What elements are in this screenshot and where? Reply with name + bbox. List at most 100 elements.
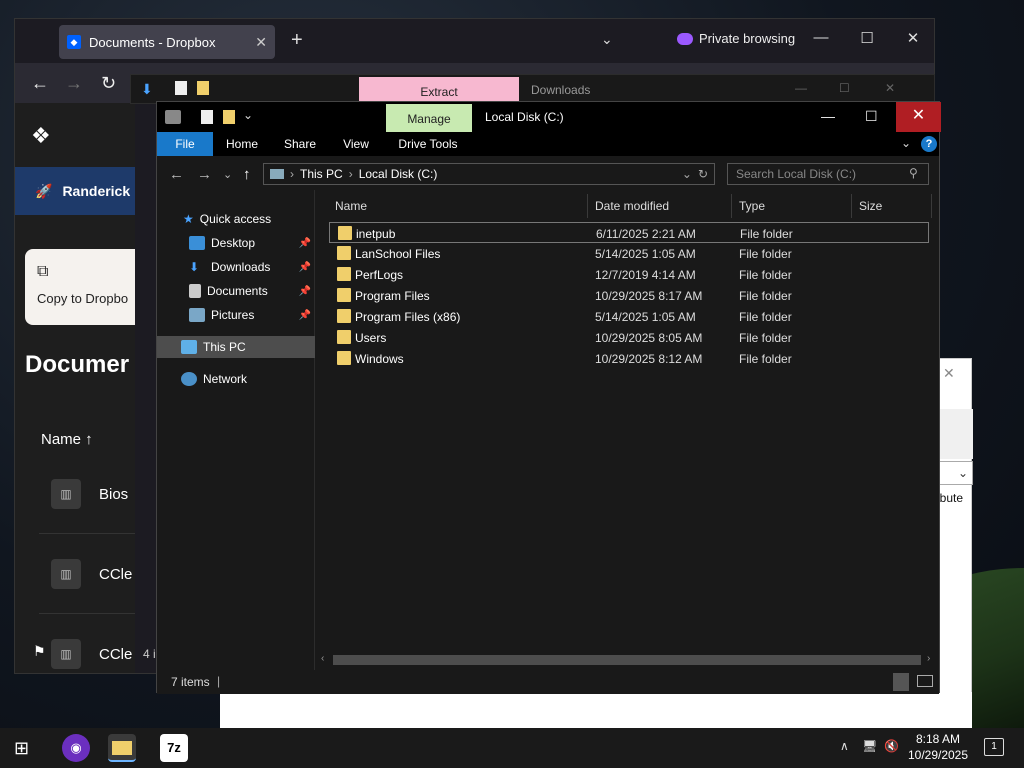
customize-qat-icon[interactable]: ⌄ — [243, 108, 253, 122]
windows-start-icon[interactable]: ⊞ — [14, 738, 29, 759]
breadcrumb-this-pc[interactable]: This PC — [300, 167, 343, 181]
tab-share[interactable]: Share — [279, 132, 321, 156]
list-item[interactable]: ▥ Bios — [51, 479, 135, 509]
nav-downloads[interactable]: ⬇ Downloads 📌 — [157, 256, 315, 278]
pin-icon[interactable]: 📌 — [299, 286, 311, 297]
column-separator[interactable] — [931, 194, 932, 218]
manage-tab[interactable]: Manage — [386, 104, 472, 132]
nav-desktop[interactable]: Desktop 📌 — [157, 232, 315, 254]
maximize-button[interactable]: ☐ — [839, 81, 850, 95]
dropbox-logo-icon[interactable]: ❖ — [31, 123, 51, 149]
extract-tab[interactable]: Extract — [359, 77, 519, 103]
close-tab-icon[interactable]: ✕ — [255, 34, 267, 51]
scrollbar-thumb[interactable] — [333, 655, 921, 665]
flag-icon[interactable]: ⚑ — [33, 643, 46, 660]
7zip-icon[interactable]: 7z — [160, 734, 188, 762]
breadcrumb-local-disk[interactable]: Local Disk (C:) — [359, 167, 438, 181]
properties-icon[interactable] — [175, 81, 187, 95]
close-icon[interactable]: ✕ — [943, 365, 955, 382]
new-folder-icon[interactable] — [223, 110, 235, 124]
clock[interactable]: 8:18 AM 10/29/2025 — [900, 731, 976, 763]
address-bar[interactable]: › This PC › Local Disk (C:) ⌄ ↻ — [263, 163, 715, 185]
pin-icon[interactable]: 📌 — [299, 262, 311, 273]
column-type[interactable]: Type — [739, 199, 765, 213]
column-separator[interactable] — [731, 194, 732, 218]
browser-tab-dropbox[interactable]: ◆ Documents - Dropbox ✕ — [59, 25, 275, 59]
close-button[interactable]: ✕ — [896, 102, 941, 132]
firefox-private-icon[interactable]: ◉ — [62, 734, 90, 762]
reload-icon[interactable]: ↻ — [101, 73, 116, 94]
file-date: 12/7/2019 4:14 AM — [595, 268, 696, 282]
file-explorer-icon[interactable] — [108, 734, 136, 762]
details-view-icon[interactable] — [893, 673, 909, 691]
name-column-header[interactable]: Name ↑ — [41, 431, 93, 448]
tab-home[interactable]: Home — [221, 132, 263, 156]
maximize-button[interactable]: ☐ — [865, 108, 878, 125]
notification-center-icon[interactable]: 1 — [984, 738, 1004, 756]
nav-this-pc[interactable]: This PC — [157, 336, 315, 358]
maximize-button[interactable]: ☐ — [844, 29, 890, 47]
help-icon[interactable]: ? — [921, 136, 937, 152]
file-name: Bios — [99, 485, 129, 503]
nav-network[interactable]: Network — [157, 368, 315, 390]
nav-pictures[interactable]: Pictures 📌 — [157, 304, 315, 326]
column-separator[interactable] — [587, 194, 588, 218]
nav-label: This PC — [203, 340, 246, 354]
download-arrow-icon: ⬇ — [189, 260, 200, 274]
minimize-button[interactable]: — — [821, 108, 835, 124]
close-button[interactable]: ✕ — [890, 29, 936, 47]
table-row[interactable]: PerfLogs 12/7/2019 4:14 AM File folder — [329, 264, 929, 285]
network-icon[interactable]: 🖥 — [862, 739, 877, 753]
refresh-icon[interactable]: ↻ — [698, 167, 714, 181]
show-hidden-icons-icon[interactable]: ∧ — [840, 739, 849, 753]
new-folder-icon[interactable] — [197, 81, 209, 95]
pin-icon[interactable]: 📌 — [299, 310, 311, 321]
column-separator[interactable] — [851, 194, 852, 218]
minimize-button[interactable]: — — [798, 29, 844, 47]
large-icons-view-icon[interactable] — [917, 675, 933, 687]
scroll-left-icon[interactable]: ‹ — [321, 653, 324, 664]
forward-arrow-icon[interactable]: → — [197, 166, 212, 183]
file-type: File folder — [739, 331, 792, 345]
new-tab-button[interactable]: + — [291, 29, 303, 52]
nav-documents[interactable]: Documents 📌 — [157, 280, 315, 302]
copy-to-dropbox-card[interactable]: ⧉ Copy to Dropbo — [25, 249, 135, 325]
tab-file[interactable]: File — [157, 132, 213, 156]
tab-view[interactable]: View — [337, 132, 375, 156]
search-input[interactable]: Search Local Disk (C:) — [727, 163, 929, 185]
close-button[interactable]: ✕ — [885, 81, 895, 95]
back-arrow-icon[interactable]: ← — [31, 73, 49, 94]
table-row[interactable]: LanSchool Files 5/14/2025 1:05 AM File f… — [329, 243, 929, 264]
file-date: 5/14/2025 1:05 AM — [595, 247, 696, 261]
address-dropdown-icon[interactable]: ⌄ — [682, 167, 692, 181]
back-arrow-icon[interactable]: ← — [169, 166, 184, 183]
pin-icon[interactable]: 📌 — [299, 238, 311, 249]
nav-quick-access[interactable]: ★ Quick access — [157, 208, 315, 230]
table-row[interactable]: Program Files (x86) 5/14/2025 1:05 AM Fi… — [329, 306, 929, 327]
dropbox-favicon-icon: ◆ — [67, 35, 81, 49]
table-row[interactable]: Users 10/29/2025 8:05 AM File folder — [329, 327, 929, 348]
list-item[interactable]: ▥ CCle — [51, 639, 135, 669]
up-arrow-icon[interactable]: ↑ — [243, 166, 251, 183]
properties-icon[interactable] — [201, 110, 213, 124]
copy-card-label: Copy to Dropbo — [37, 291, 129, 306]
tab-drive-tools[interactable]: Drive Tools — [393, 132, 463, 156]
file-type: File folder — [739, 247, 792, 261]
team-switcher[interactable]: 🚀 Randerick — [15, 167, 135, 215]
volume-muted-icon[interactable]: 🔇 — [884, 739, 899, 753]
table-row[interactable]: Windows 10/29/2025 8:12 AM File folder — [329, 348, 929, 369]
recent-locations-icon[interactable]: ⌄ — [223, 168, 232, 181]
list-tabs-icon[interactable]: ⌄ — [601, 31, 613, 48]
scroll-right-icon[interactable]: › — [927, 653, 930, 664]
column-date-modified[interactable]: Date modified — [595, 199, 669, 213]
breadcrumb-separator: › — [290, 167, 294, 181]
table-row[interactable]: inetpub 6/11/2025 2:21 AM File folder — [329, 222, 929, 243]
column-size[interactable]: Size — [859, 199, 882, 213]
nav-label: Downloads — [211, 260, 271, 274]
expand-ribbon-icon[interactable]: ⌄ — [901, 136, 911, 150]
list-item[interactable]: ▥ CCle — [51, 559, 135, 589]
column-name[interactable]: Name — [335, 199, 367, 213]
table-row[interactable]: Program Files 10/29/2025 8:17 AM File fo… — [329, 285, 929, 306]
forward-arrow-icon[interactable]: → — [65, 73, 83, 94]
minimize-button[interactable]: — — [795, 81, 807, 95]
